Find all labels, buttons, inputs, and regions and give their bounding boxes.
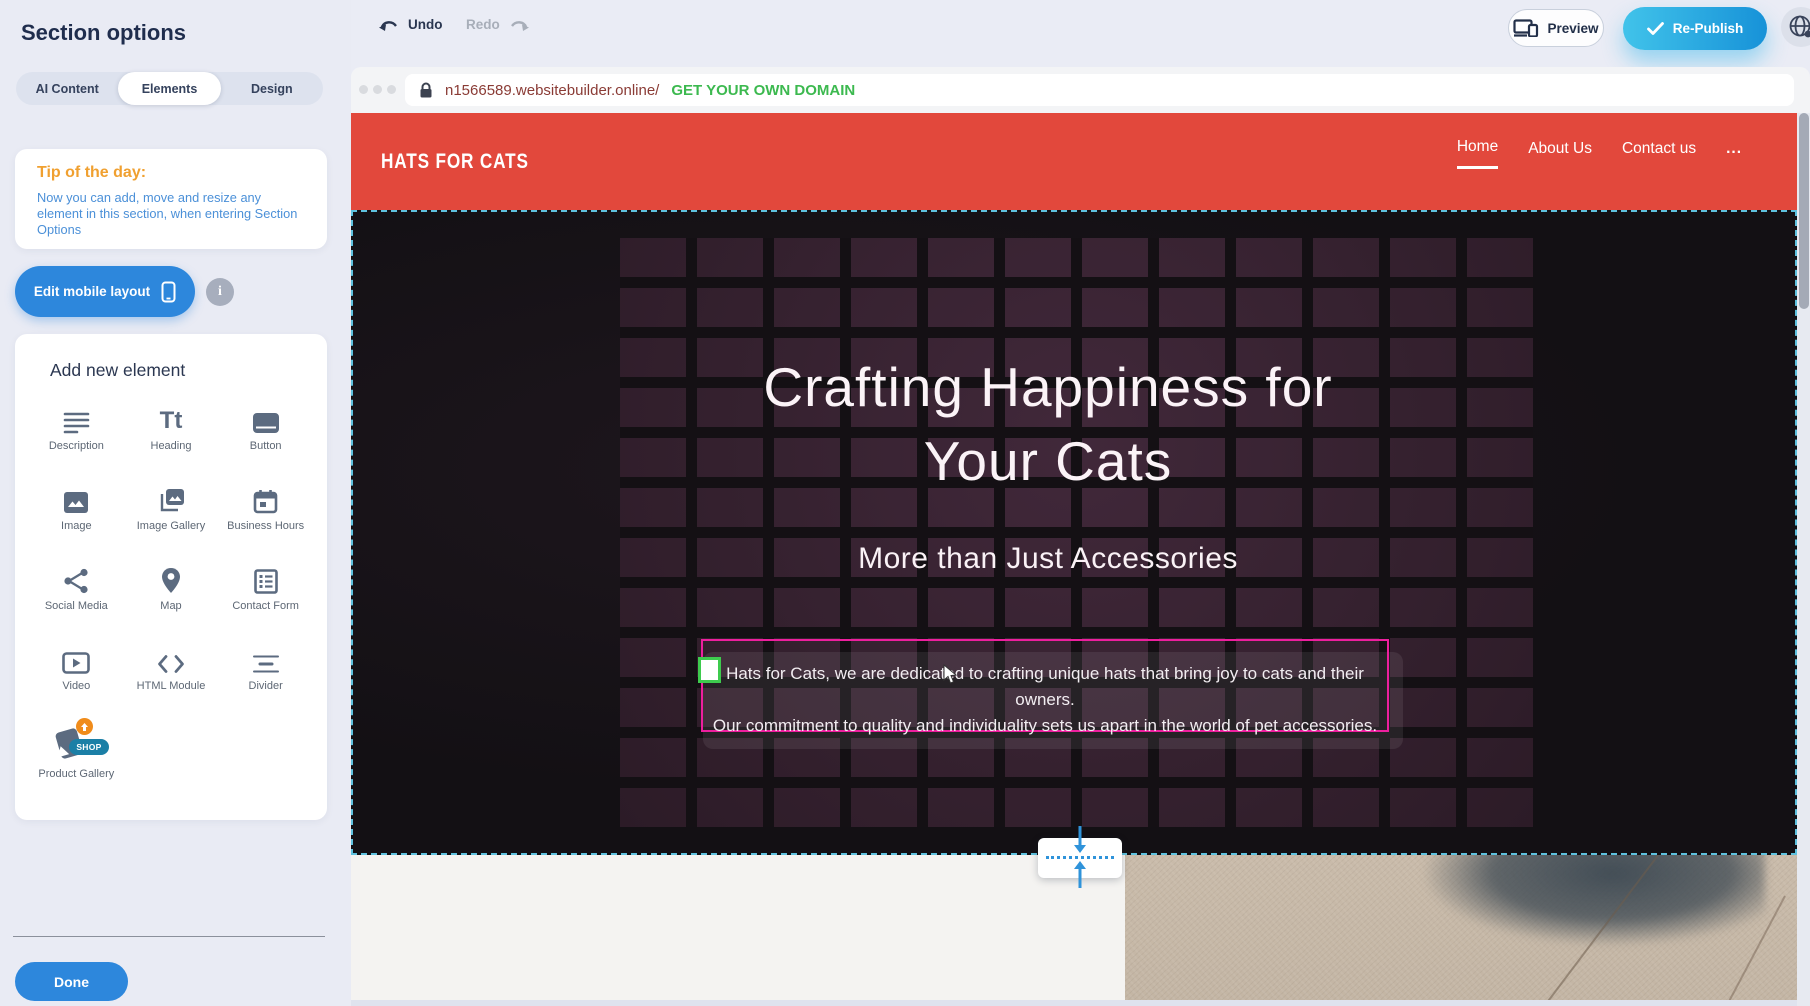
image-icon (63, 482, 89, 514)
arrow-up-icon (1073, 858, 1087, 888)
cat-tree-shadow (1425, 855, 1765, 945)
browser-bar: n1566589.websitebuilder.online/ GET YOUR… (351, 67, 1810, 113)
hero-heading[interactable]: Crafting Happiness for Your Cats (353, 350, 1743, 498)
site-preview: n1566589.websitebuilder.online/ GET YOUR… (351, 67, 1810, 1006)
business-hours-icon (253, 482, 278, 514)
map-icon (161, 562, 181, 594)
element-business-hours[interactable]: Business Hours (218, 478, 313, 558)
globe-icon (1788, 14, 1810, 40)
element-button[interactable]: Button (218, 398, 313, 478)
lock-icon (419, 82, 433, 99)
element-map[interactable]: Map (124, 558, 219, 638)
heading-icon: Tt (160, 402, 183, 434)
add-new-element-title: Add new element (50, 360, 185, 381)
scrollbar-thumb[interactable] (1799, 113, 1809, 309)
tab-ai-content[interactable]: AI Content (16, 72, 118, 105)
preview-button[interactable]: Preview (1508, 9, 1604, 47)
get-your-own-domain-link[interactable]: GET YOUR OWN DOMAIN (671, 82, 855, 99)
done-button[interactable]: Done (15, 962, 128, 1001)
panel-tabs: AI Content Elements Design (16, 72, 323, 105)
page-title: Section options (21, 20, 186, 46)
bottom-edge-strip (351, 1000, 1797, 1006)
top-toolbar: Undo Redo Preview Re-Publish (351, 0, 1810, 67)
check-icon (1647, 22, 1664, 35)
info-icon[interactable]: i (206, 278, 234, 306)
globe-button[interactable] (1781, 7, 1810, 47)
site-logo[interactable]: HATS FOR CATS (381, 150, 529, 174)
preview-scrollbar[interactable] (1797, 113, 1810, 1006)
upgrade-arrow-badge (76, 718, 93, 735)
nav-item-contact-us[interactable]: Contact us (1622, 140, 1696, 168)
site-header: HATS FOR CATS Home About Us Contact us .… (351, 113, 1797, 210)
html-module-icon (157, 642, 185, 674)
tip-title: Tip of the day: (37, 164, 305, 182)
tab-design[interactable]: Design (221, 72, 323, 105)
edit-mobile-layout-button[interactable]: Edit mobile layout (15, 266, 195, 317)
nav-item-about-us[interactable]: About Us (1528, 140, 1592, 168)
product-gallery-icon: SHOP (54, 722, 98, 762)
social-media-icon (63, 562, 89, 594)
devices-icon (1513, 19, 1539, 37)
element-heading[interactable]: Tt Heading (124, 398, 219, 478)
button-icon (252, 402, 280, 434)
shop-badge: SHOP (69, 739, 108, 755)
add-new-element-card: Add new element Description Tt Heading (15, 334, 327, 820)
element-description[interactable]: Description (29, 398, 124, 478)
tab-elements[interactable]: Elements (118, 72, 220, 105)
element-contact-form[interactable]: Contact Form (218, 558, 313, 638)
hero-subheading[interactable]: More than Just Accessories (353, 542, 1743, 576)
element-divider[interactable]: Divider (218, 638, 313, 718)
undo-icon (378, 18, 400, 32)
nav-more-menu[interactable]: ... (1726, 140, 1742, 168)
edit-mobile-layout-label: Edit mobile layout (34, 284, 150, 299)
hero-section-selected[interactable]: Crafting Happiness for Your Cats More th… (351, 210, 1797, 855)
url-text[interactable]: n1566589.websitebuilder.online/ (445, 82, 659, 99)
app-window: Section options AI Content Elements Desi… (0, 0, 1810, 1006)
tip-of-the-day-card: Tip of the day: Now you can add, move an… (15, 149, 327, 249)
section-options-panel: Section options AI Content Elements Desi… (0, 0, 351, 1006)
sidebar-divider (13, 936, 325, 937)
divider-icon (252, 642, 280, 674)
mouse-cursor (943, 664, 958, 685)
element-product-gallery[interactable]: SHOP Product Gallery (29, 718, 124, 798)
contact-form-icon (254, 562, 278, 594)
floor-image (1125, 855, 1797, 1006)
redo-icon (508, 18, 530, 32)
tip-body: Now you can add, move and resize any ele… (37, 190, 303, 238)
element-image-gallery[interactable]: Image Gallery (124, 478, 219, 558)
video-icon (62, 642, 90, 674)
window-control-dots (359, 85, 396, 94)
section-resize-handle[interactable] (1038, 838, 1122, 878)
image-gallery-icon (157, 482, 185, 514)
element-social-media[interactable]: Social Media (29, 558, 124, 638)
nav-item-home[interactable]: Home (1457, 138, 1498, 169)
description-icon (63, 402, 90, 434)
element-video[interactable]: Video (29, 638, 124, 718)
undo-button[interactable]: Undo (378, 17, 443, 32)
element-html-module[interactable]: HTML Module (124, 638, 219, 718)
element-image[interactable]: Image (29, 478, 124, 558)
arrow-down-icon (1073, 826, 1087, 856)
selected-text-element[interactable]: Hats for Cats, we are dedicated to craft… (701, 639, 1389, 732)
element-grid: Description Tt Heading Button Ima (29, 398, 313, 798)
redo-button[interactable]: Redo (466, 17, 530, 32)
republish-button[interactable]: Re-Publish (1623, 7, 1767, 50)
mobile-phone-icon (161, 281, 176, 303)
element-drag-handle[interactable] (698, 657, 721, 683)
address-bar[interactable]: n1566589.websitebuilder.online/ GET YOUR… (405, 74, 1794, 106)
site-nav: Home About Us Contact us ... (1457, 138, 1742, 169)
hero-body-text: Hats for Cats, we are dedicated to craft… (703, 661, 1387, 739)
